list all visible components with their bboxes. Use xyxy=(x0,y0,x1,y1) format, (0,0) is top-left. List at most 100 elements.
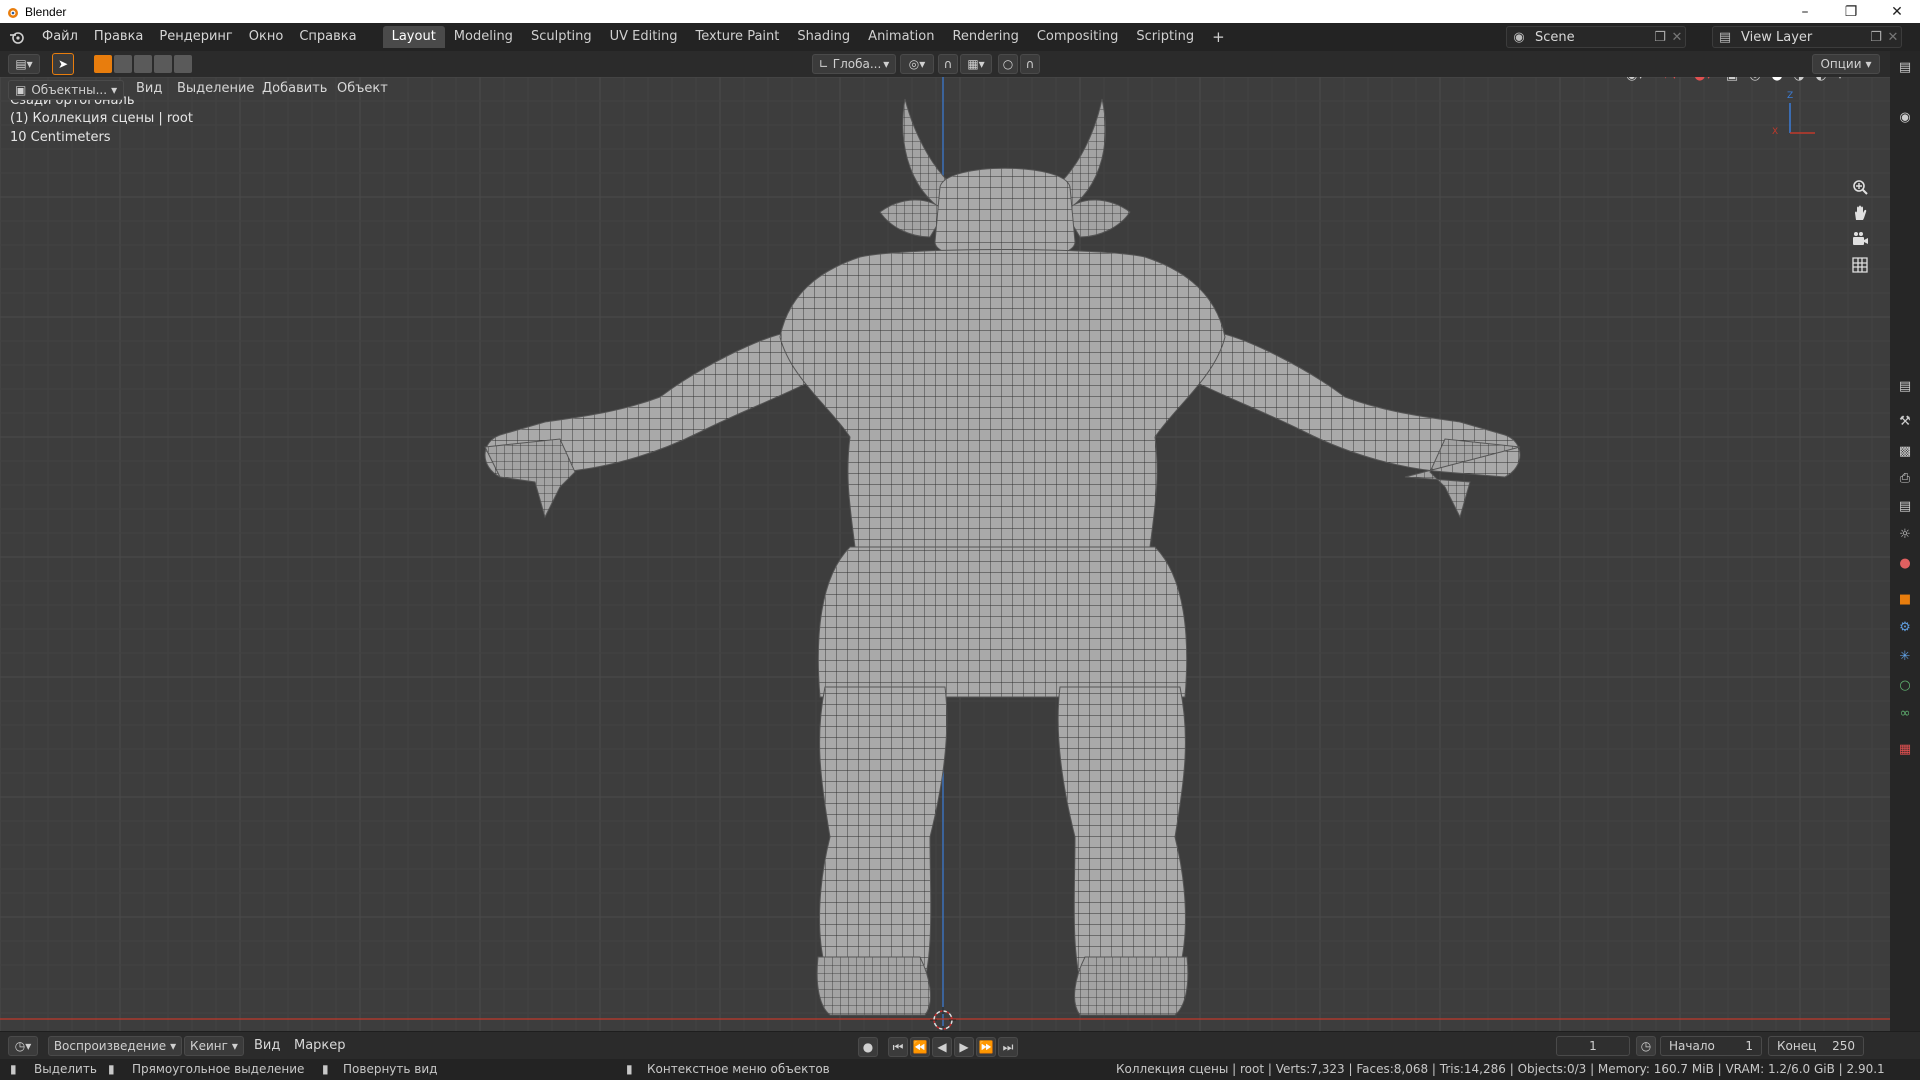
properties-editor-icon[interactable]: ▤ xyxy=(1895,376,1915,396)
output-properties-icon[interactable]: ⎙ xyxy=(1895,468,1915,488)
outliner-editor-icon[interactable]: ▤ xyxy=(1895,57,1915,77)
preview-range-icon[interactable]: ◷ xyxy=(1636,1036,1656,1056)
current-frame-value: 1 xyxy=(1589,1039,1597,1053)
chevron-down-icon: ▾ xyxy=(170,1039,177,1053)
tab-modeling[interactable]: Modeling xyxy=(445,26,522,48)
view-layer-properties-icon[interactable]: ▤ xyxy=(1895,496,1915,516)
eye-icon[interactable]: ◉ xyxy=(1895,107,1915,127)
add-workspace-button[interactable]: + xyxy=(1203,26,1234,48)
tool-properties-icon[interactable]: ⚒ xyxy=(1895,411,1915,431)
close-button[interactable]: ✕ xyxy=(1874,0,1920,23)
select-tool-button[interactable]: ➤ xyxy=(52,53,74,75)
new-scene-icon[interactable]: ❐ xyxy=(1651,30,1669,45)
cursor-icon: ➤ xyxy=(57,57,69,71)
delete-view-layer-icon[interactable]: ✕ xyxy=(1885,30,1901,45)
tab-shading[interactable]: Shading xyxy=(788,26,859,48)
character-mesh[interactable] xyxy=(0,77,1890,1031)
3d-cursor-icon[interactable] xyxy=(928,1005,958,1031)
timeline-menu-marker[interactable]: Маркер xyxy=(294,1038,346,1053)
world-properties-icon[interactable]: ● xyxy=(1895,553,1915,573)
view-layer-icon: ▤ xyxy=(1718,29,1732,45)
menu-object[interactable]: Объект xyxy=(337,81,388,96)
top-bar: Файл Правка Рендеринг Окно Справка Layou… xyxy=(0,23,1920,51)
start-frame-field[interactable]: Начало 1 xyxy=(1660,1036,1762,1056)
maximize-button[interactable]: ❐ xyxy=(1828,0,1874,23)
playback-dropdown[interactable]: Воспроизведение ▾ xyxy=(48,1036,182,1056)
select-extend-icon[interactable] xyxy=(114,55,132,73)
properties-tab-strip: ▤ ◉ ▤ ⚒ ▩ ⎙ ▤ ☼ ● ■ ⚙ ✳ ○ ∞ ▦ xyxy=(1890,51,1920,1031)
jump-end-icon[interactable]: ⏭ xyxy=(998,1037,1018,1057)
falloff-button[interactable]: ∩ xyxy=(1020,54,1040,74)
scene-icon: ◉ xyxy=(1513,29,1525,45)
record-icon[interactable]: ● xyxy=(858,1037,878,1057)
constraints-properties-icon[interactable]: ∞ xyxy=(1895,703,1915,723)
render-properties-icon[interactable]: ▩ xyxy=(1895,441,1915,461)
menu-render[interactable]: Рендеринг xyxy=(151,26,240,48)
select-invert-icon[interactable] xyxy=(154,55,172,73)
blender-menu-button[interactable] xyxy=(0,26,34,48)
snap-toggle-button[interactable]: ∩ xyxy=(938,54,958,74)
timeline-editor-type-button[interactable]: ◷▾ xyxy=(8,1036,38,1056)
object-properties-icon[interactable]: ■ xyxy=(1895,589,1915,609)
select-subtract-icon[interactable] xyxy=(134,55,152,73)
camera-view-icon[interactable] xyxy=(1846,225,1874,253)
3d-viewport[interactable]: Сзади ортогональ (1) Коллекция сцены | r… xyxy=(0,77,1890,1031)
scene-selector[interactable]: ◉ Scene ❐ ✕ xyxy=(1506,26,1686,48)
physics-properties-icon[interactable]: ○ xyxy=(1895,675,1915,695)
menu-window[interactable]: Окно xyxy=(241,26,292,48)
transform-orientation-value: Глоба... xyxy=(832,57,882,71)
zoom-icon[interactable] xyxy=(1846,173,1874,201)
tab-layout[interactable]: Layout xyxy=(382,26,445,48)
delete-scene-icon[interactable]: ✕ xyxy=(1669,30,1685,45)
end-frame-field[interactable]: Конец 250 xyxy=(1768,1036,1864,1056)
menu-select[interactable]: Выделение xyxy=(177,81,254,96)
pan-hand-icon[interactable] xyxy=(1846,199,1874,227)
pivot-point-button[interactable]: ◎▾ xyxy=(900,54,934,74)
modifier-properties-icon[interactable]: ⚙ xyxy=(1895,617,1915,637)
jump-start-icon[interactable]: ⏮ xyxy=(888,1037,908,1057)
menu-add[interactable]: Добавить xyxy=(262,81,327,96)
mode-dropdown[interactable]: ▣ Объектны... ▾ xyxy=(8,80,124,100)
timeline-menu-view[interactable]: Вид xyxy=(254,1038,280,1053)
end-frame-label: Конец xyxy=(1777,1039,1817,1053)
snap-grid-icon: ▦▾ xyxy=(967,57,985,71)
tab-animation[interactable]: Animation xyxy=(859,26,943,48)
play-reverse-icon[interactable]: ◀ xyxy=(932,1037,952,1057)
mouse-middle-icon: ▮ xyxy=(322,1062,329,1076)
keying-dropdown[interactable]: Кеинг ▾ xyxy=(184,1036,244,1056)
new-view-layer-icon[interactable]: ❐ xyxy=(1867,30,1885,45)
proportional-edit-button[interactable]: ○ xyxy=(998,54,1018,74)
view-layer-selector[interactable]: ▤ View Layer ❐ ✕ xyxy=(1712,26,1902,48)
view-layer-name: View Layer xyxy=(1741,29,1813,45)
select-intersect-icon[interactable] xyxy=(174,55,192,73)
menu-view[interactable]: Вид xyxy=(136,81,162,96)
prev-keyframe-icon[interactable]: ⏪ xyxy=(910,1037,930,1057)
menu-help[interactable]: Справка xyxy=(291,26,364,48)
select-new-icon[interactable] xyxy=(94,55,112,73)
menu-file[interactable]: Файл xyxy=(34,26,86,48)
tab-compositing[interactable]: Compositing xyxy=(1028,26,1128,48)
texture-properties-icon[interactable]: ▦ xyxy=(1895,739,1915,759)
snap-target-button[interactable]: ▦▾ xyxy=(960,54,992,74)
tab-uv-editing[interactable]: UV Editing xyxy=(601,26,687,48)
tab-scripting[interactable]: Scripting xyxy=(1127,26,1203,48)
ortho-grid-icon[interactable] xyxy=(1846,251,1874,279)
chevron-down-icon: ▾ xyxy=(231,1039,238,1053)
tab-sculpting[interactable]: Sculpting xyxy=(522,26,601,48)
transform-orientation-dropdown[interactable]: ∟ Глоба... ▾ xyxy=(812,54,896,74)
play-icon[interactable]: ▶ xyxy=(954,1037,974,1057)
minimize-button[interactable]: – xyxy=(1782,0,1828,23)
chevron-down-icon: ▾ xyxy=(883,57,890,71)
axis-x-label: X xyxy=(1772,127,1779,137)
options-dropdown[interactable]: Опции ▾ xyxy=(1812,54,1880,74)
tab-texture-paint[interactable]: Texture Paint xyxy=(686,26,788,48)
particles-properties-icon[interactable]: ✳ xyxy=(1895,646,1915,666)
menu-edit[interactable]: Правка xyxy=(86,26,151,48)
next-keyframe-icon[interactable]: ⏩ xyxy=(976,1037,996,1057)
tab-rendering[interactable]: Rendering xyxy=(943,26,1027,48)
mouse-left-icon: ▮ xyxy=(10,1062,17,1076)
status-context-menu: Контекстное меню объектов xyxy=(647,1062,830,1076)
editor-type-button[interactable]: ▤▾ xyxy=(8,54,40,74)
scene-properties-icon[interactable]: ☼ xyxy=(1895,524,1915,544)
current-frame-field[interactable]: 1 xyxy=(1556,1036,1630,1056)
